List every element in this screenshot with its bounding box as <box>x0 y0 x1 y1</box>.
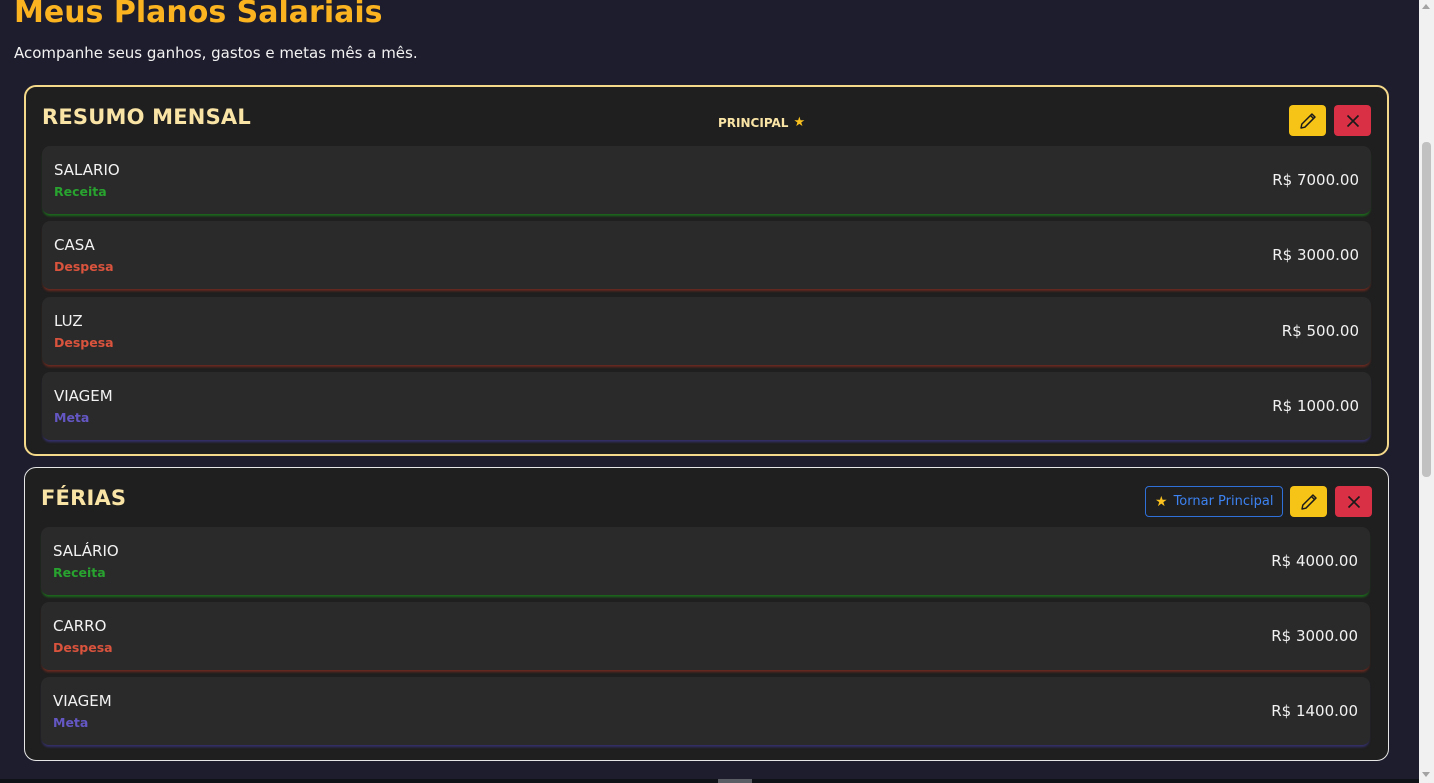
bottom-tab-handle <box>718 779 752 783</box>
entry-name: CASA <box>54 236 95 254</box>
entry-type: Meta <box>54 410 90 425</box>
entry-amount: R$ 500.00 <box>1281 322 1359 340</box>
make-principal-button[interactable]: ★ Tornar Principal <box>1145 486 1284 517</box>
page-subtitle: Acompanhe seus ganhos, gastos e metas mê… <box>14 44 418 62</box>
page-title: Meus Planos Salariais <box>14 0 383 30</box>
entry-type: Receita <box>54 184 107 199</box>
bottom-strip <box>0 779 1419 783</box>
list-item: SALARIO Receita R$ 7000.00 <box>42 146 1371 214</box>
list-item: SALÁRIO Receita R$ 4000.00 <box>41 527 1370 595</box>
entry-name: CARRO <box>53 617 107 635</box>
principal-badge-label: PRINCIPAL <box>718 115 789 130</box>
entry-name: SALÁRIO <box>53 542 119 560</box>
close-icon <box>1346 114 1359 127</box>
entry-amount: R$ 3000.00 <box>1271 627 1358 645</box>
entry-amount: R$ 4000.00 <box>1271 552 1358 570</box>
entry-type: Despesa <box>54 335 114 350</box>
entry-type: Despesa <box>54 259 114 274</box>
entry-name: VIAGEM <box>53 692 112 710</box>
delete-plan-button[interactable] <box>1335 486 1372 517</box>
pencil-icon <box>1299 112 1316 129</box>
entry-amount: R$ 1000.00 <box>1272 397 1359 415</box>
edit-plan-button[interactable] <box>1289 105 1326 136</box>
entry-name: SALARIO <box>54 161 120 179</box>
plan-card-ferias: FÉRIAS ★ Tornar Principal SALÁRIO Receit… <box>24 467 1389 761</box>
plan-title: FÉRIAS <box>41 486 127 510</box>
entry-type: Receita <box>53 565 106 580</box>
scroll-thumb[interactable] <box>1422 142 1431 477</box>
close-icon <box>1347 495 1360 508</box>
plan-card-resumo-mensal: RESUMO MENSAL PRINCIPAL ★ SALARIO Receit… <box>24 85 1389 456</box>
vertical-scrollbar[interactable] <box>1419 0 1434 783</box>
main-content: Meus Planos Salariais Acompanhe seus gan… <box>0 0 1419 783</box>
star-icon: ★ <box>1155 493 1168 510</box>
star-icon: ★ <box>793 115 806 130</box>
pencil-icon <box>1300 493 1317 510</box>
list-item: VIAGEM Meta R$ 1000.00 <box>42 372 1371 440</box>
entry-amount: R$ 7000.00 <box>1272 171 1359 189</box>
edit-plan-button[interactable] <box>1290 486 1327 517</box>
make-principal-label: Tornar Principal <box>1173 494 1274 509</box>
scroll-up-icon[interactable] <box>1422 4 1430 9</box>
entry-amount: R$ 3000.00 <box>1272 246 1359 264</box>
entry-type: Meta <box>53 715 89 730</box>
entry-amount: R$ 1400.00 <box>1271 702 1358 720</box>
plan-title: RESUMO MENSAL <box>42 105 251 129</box>
scroll-down-icon[interactable] <box>1422 772 1430 777</box>
entry-name: LUZ <box>54 312 83 330</box>
principal-badge: PRINCIPAL ★ <box>718 115 805 130</box>
delete-plan-button[interactable] <box>1334 105 1371 136</box>
list-item: VIAGEM Meta R$ 1400.00 <box>41 677 1370 745</box>
entry-type: Despesa <box>53 640 113 655</box>
list-item: CARRO Despesa R$ 3000.00 <box>41 602 1370 670</box>
list-item: LUZ Despesa R$ 500.00 <box>42 297 1371 365</box>
list-item: CASA Despesa R$ 3000.00 <box>42 221 1371 289</box>
entry-name: VIAGEM <box>54 387 113 405</box>
